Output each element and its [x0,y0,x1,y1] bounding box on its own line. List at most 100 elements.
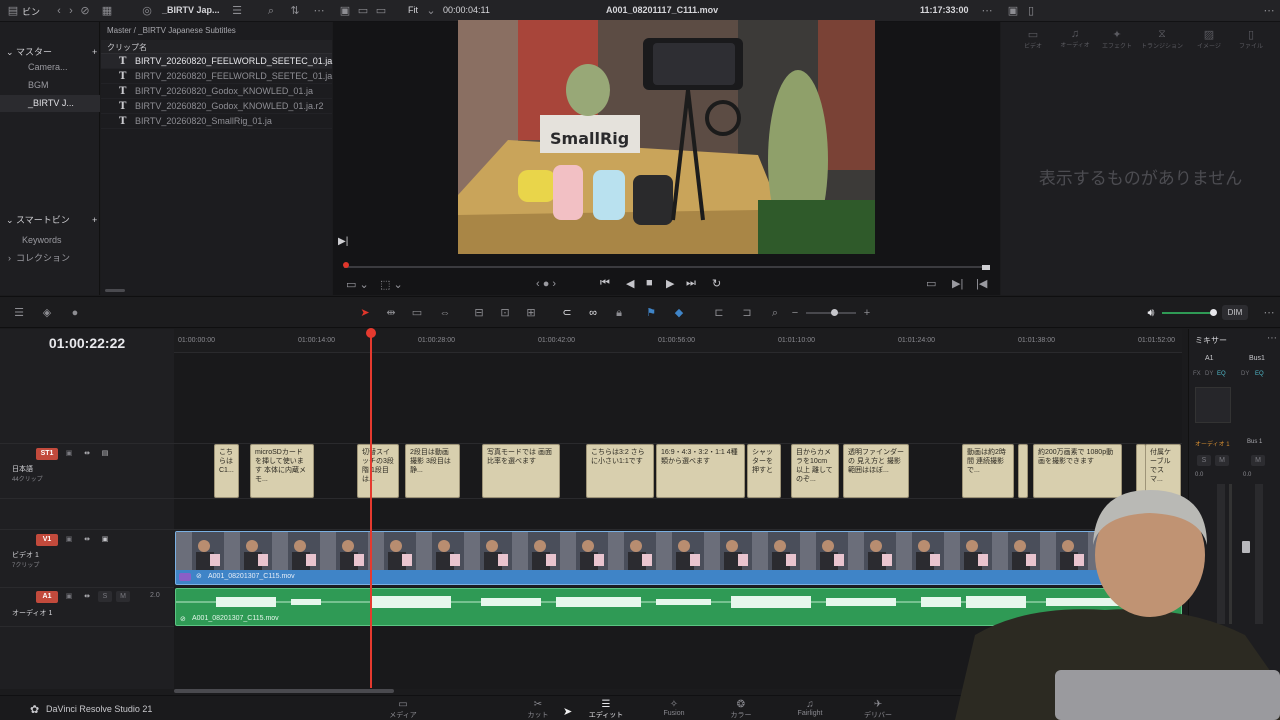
subtitle-clip[interactable]: シャッターを押すと [747,444,781,498]
bin-item-birtv[interactable]: _BIRTV J... [0,95,100,112]
auto-select-icon[interactable]: ⇹ [80,591,94,602]
trim-tool-icon[interactable]: ⇹ [384,306,398,320]
more-options-icon[interactable]: ⋯ [312,4,326,18]
clip-list-item[interactable]: T BIRTV_20260820_FEELWORLD_SEETEC_01.ja [101,54,332,69]
zoom-out-icon[interactable]: − [788,306,802,320]
snapping-icon[interactable]: ⊂ [560,306,574,320]
tab-video[interactable]: ▭ ビデオ [1013,28,1053,50]
page-deliver[interactable]: ✈ デリバー [848,699,908,720]
chevron-down-icon[interactable]: ⌄ [424,4,438,18]
clip-list-item[interactable]: T BIRTV_20260820_Godox_KNOWLED_01.ja [101,84,332,99]
tab-image[interactable]: ▨ イメージ [1189,28,1229,50]
microphone-icon[interactable]: ● [68,306,82,320]
subtitle-clip[interactable]: 切替スイッチの3段階 1段目は... [357,444,399,498]
clip-list-item[interactable]: T BIRTV_20260820_Godox_KNOWLED_01.ja.r2 [101,99,332,114]
subtitle-clip[interactable]: 写真モードでは 画面比率を選べます [482,444,560,498]
mute-button[interactable]: M [116,591,130,602]
linked-selection-icon[interactable]: ∞ [586,306,600,320]
zoom-custom-icon[interactable]: ⌕ [768,306,782,320]
mark-in-icon[interactable]: ▶| [952,277,963,290]
tab-audio[interactable]: ♫ オーディオ [1055,28,1095,49]
mixer-mute-button[interactable]: M [1215,455,1229,466]
forward-icon[interactable]: › [64,4,78,18]
list-view-icon[interactable]: ☰ [230,4,244,18]
timeline-ruler[interactable]: 01:00:00:00 01:00:14:00 01:00:28:00 01:0… [174,329,1182,353]
insert-clip-icon[interactable]: ⊟ [472,306,486,320]
mixer-solo-button[interactable]: S [1197,455,1211,466]
view-options-icon[interactable]: ◈ [40,306,54,320]
viewer-frame[interactable]: SmallRig [458,20,875,254]
bin-label[interactable]: ビン [22,5,40,18]
skip-back-icon[interactable]: ⏮ [600,277,610,290]
subtitle-clip[interactable]: こちらは3:2 さらに小さい1:1です [586,444,654,498]
viewer-clip-name[interactable]: A001_08201117_C111.mov [606,5,718,15]
lock-icon[interactable]: ▣ [62,534,76,545]
smart-bins-header[interactable]: ⌄ スマートビン + [6,212,106,229]
viewer-scrubber[interactable] [344,266,986,268]
match-frame-icon[interactable]: ▭ [926,277,936,290]
zoom-full-icon[interactable]: ⊏ [712,306,726,320]
replace-clip-icon[interactable]: ⊞ [524,306,538,320]
subtitle-clip[interactable]: こちらはC1... [214,444,239,498]
pan-control[interactable] [1195,387,1231,423]
skip-forward-icon[interactable]: ⏭ [686,277,696,290]
page-fusion[interactable]: ✧ Fusion [644,699,704,717]
horizontal-scrollbar[interactable] [105,289,125,292]
column-header-clip-name[interactable]: クリップ名 [107,42,147,53]
subtitle-track-header[interactable]: ST1 ▣ ⇹ ▤ 日本語 44クリップ [0,443,174,499]
viewer-mode-icon[interactable]: ▣ [338,4,352,18]
auto-select-icon[interactable]: ⇹ [80,534,94,545]
zoom-slider-handle[interactable] [831,309,838,316]
video-track-name[interactable]: ビデオ 1 [12,550,39,560]
cinema-mode-icon[interactable]: ▭ [374,4,388,18]
play-marker-icon[interactable]: ▶| [338,236,348,247]
clip-list-item[interactable]: T BIRTV_20260820_SmallRig_01.ja [101,114,332,129]
play-icon[interactable]: ▶ [666,277,674,290]
link-icon[interactable]: ⊘ [78,4,92,18]
subtitle-clip[interactable]: microSDカードを挿して使います 本体に内蔵メモ... [250,444,314,498]
video-track-header[interactable]: V1 ▣ ⇹ ▣ ビデオ 1 7クリップ [0,529,174,587]
mark-out-icon[interactable]: |◀ [976,277,987,290]
subtitle-clip[interactable]: 透明ファインダーの 見え方と 撮影範囲はほぼ... [843,444,909,498]
viewer-overlay-icon[interactable]: ▭ ⌄ [346,278,369,291]
subtitle-clip[interactable]: 2段目は動画撮影 3段目は静... [405,444,460,498]
timeline-scrollbar[interactable] [174,689,394,693]
zoom-in-icon[interactable]: + [860,306,874,320]
search-icon[interactable]: ⌕ [264,4,278,18]
fx-label[interactable]: FX [1193,371,1201,377]
dynamic-trim-icon[interactable]: ▭ [410,306,424,320]
inspector-toggle-icon[interactable]: ▣ [1006,4,1020,18]
project-title[interactable]: _BIRTV Jap... [162,5,220,15]
page-color[interactable]: ❂ カラー [711,699,771,720]
bus-dy-label[interactable]: DY [1241,371,1249,377]
lock-icon[interactable]: ▣ [62,448,76,459]
smart-bin-collections[interactable]: › コレクション [8,250,108,267]
dual-viewer-icon[interactable]: ▭ [356,4,370,18]
inspector-options-icon[interactable]: ⋯ [1262,4,1276,18]
selection-tool-icon[interactable]: ➤ [358,306,372,320]
caption-icon[interactable]: ▤ [98,448,112,459]
dy-label[interactable]: DY [1205,371,1213,377]
marker-icon[interactable]: ◆ [672,306,686,320]
panel-toggle-icon[interactable]: ▤ [6,4,20,18]
mixer-options-icon[interactable]: ⋯ [1267,333,1277,344]
jog-icon[interactable]: ‹ ● › [536,278,556,290]
page-edit[interactable]: ☰ エディット [576,699,636,720]
loop-icon[interactable]: ↻ [712,277,721,290]
tab-effects[interactable]: ✦ エフェクト [1097,28,1137,50]
subtitle-clip[interactable]: 16:9・4:3・3:2・1:1 4種類から選べます [656,444,745,498]
dim-button[interactable]: DIM [1222,305,1248,320]
viewer-options-icon[interactable]: ⋯ [980,4,994,18]
page-media[interactable]: ▭ メディア [373,699,433,720]
inspector-layout-icon[interactable]: ▯ [1024,4,1038,18]
tab-transition[interactable]: ⧖ トランジション [1139,28,1185,50]
audio-options-icon[interactable]: ⋯ [1262,306,1276,320]
track-visibility-icon[interactable]: ▣ [98,534,112,545]
blade-tool-icon[interactable]: ⇔ [438,306,452,320]
audio-track-name[interactable]: オーディオ 1 [12,608,52,618]
tab-file[interactable]: ▯ ファイル [1231,28,1271,50]
page-cut[interactable]: ✂ カット [508,699,568,720]
auto-select-icon[interactable]: ⇹ [80,448,94,459]
bus-mute-button[interactable]: M [1251,455,1265,466]
viewer-zoom-select[interactable]: Fit [408,5,418,15]
